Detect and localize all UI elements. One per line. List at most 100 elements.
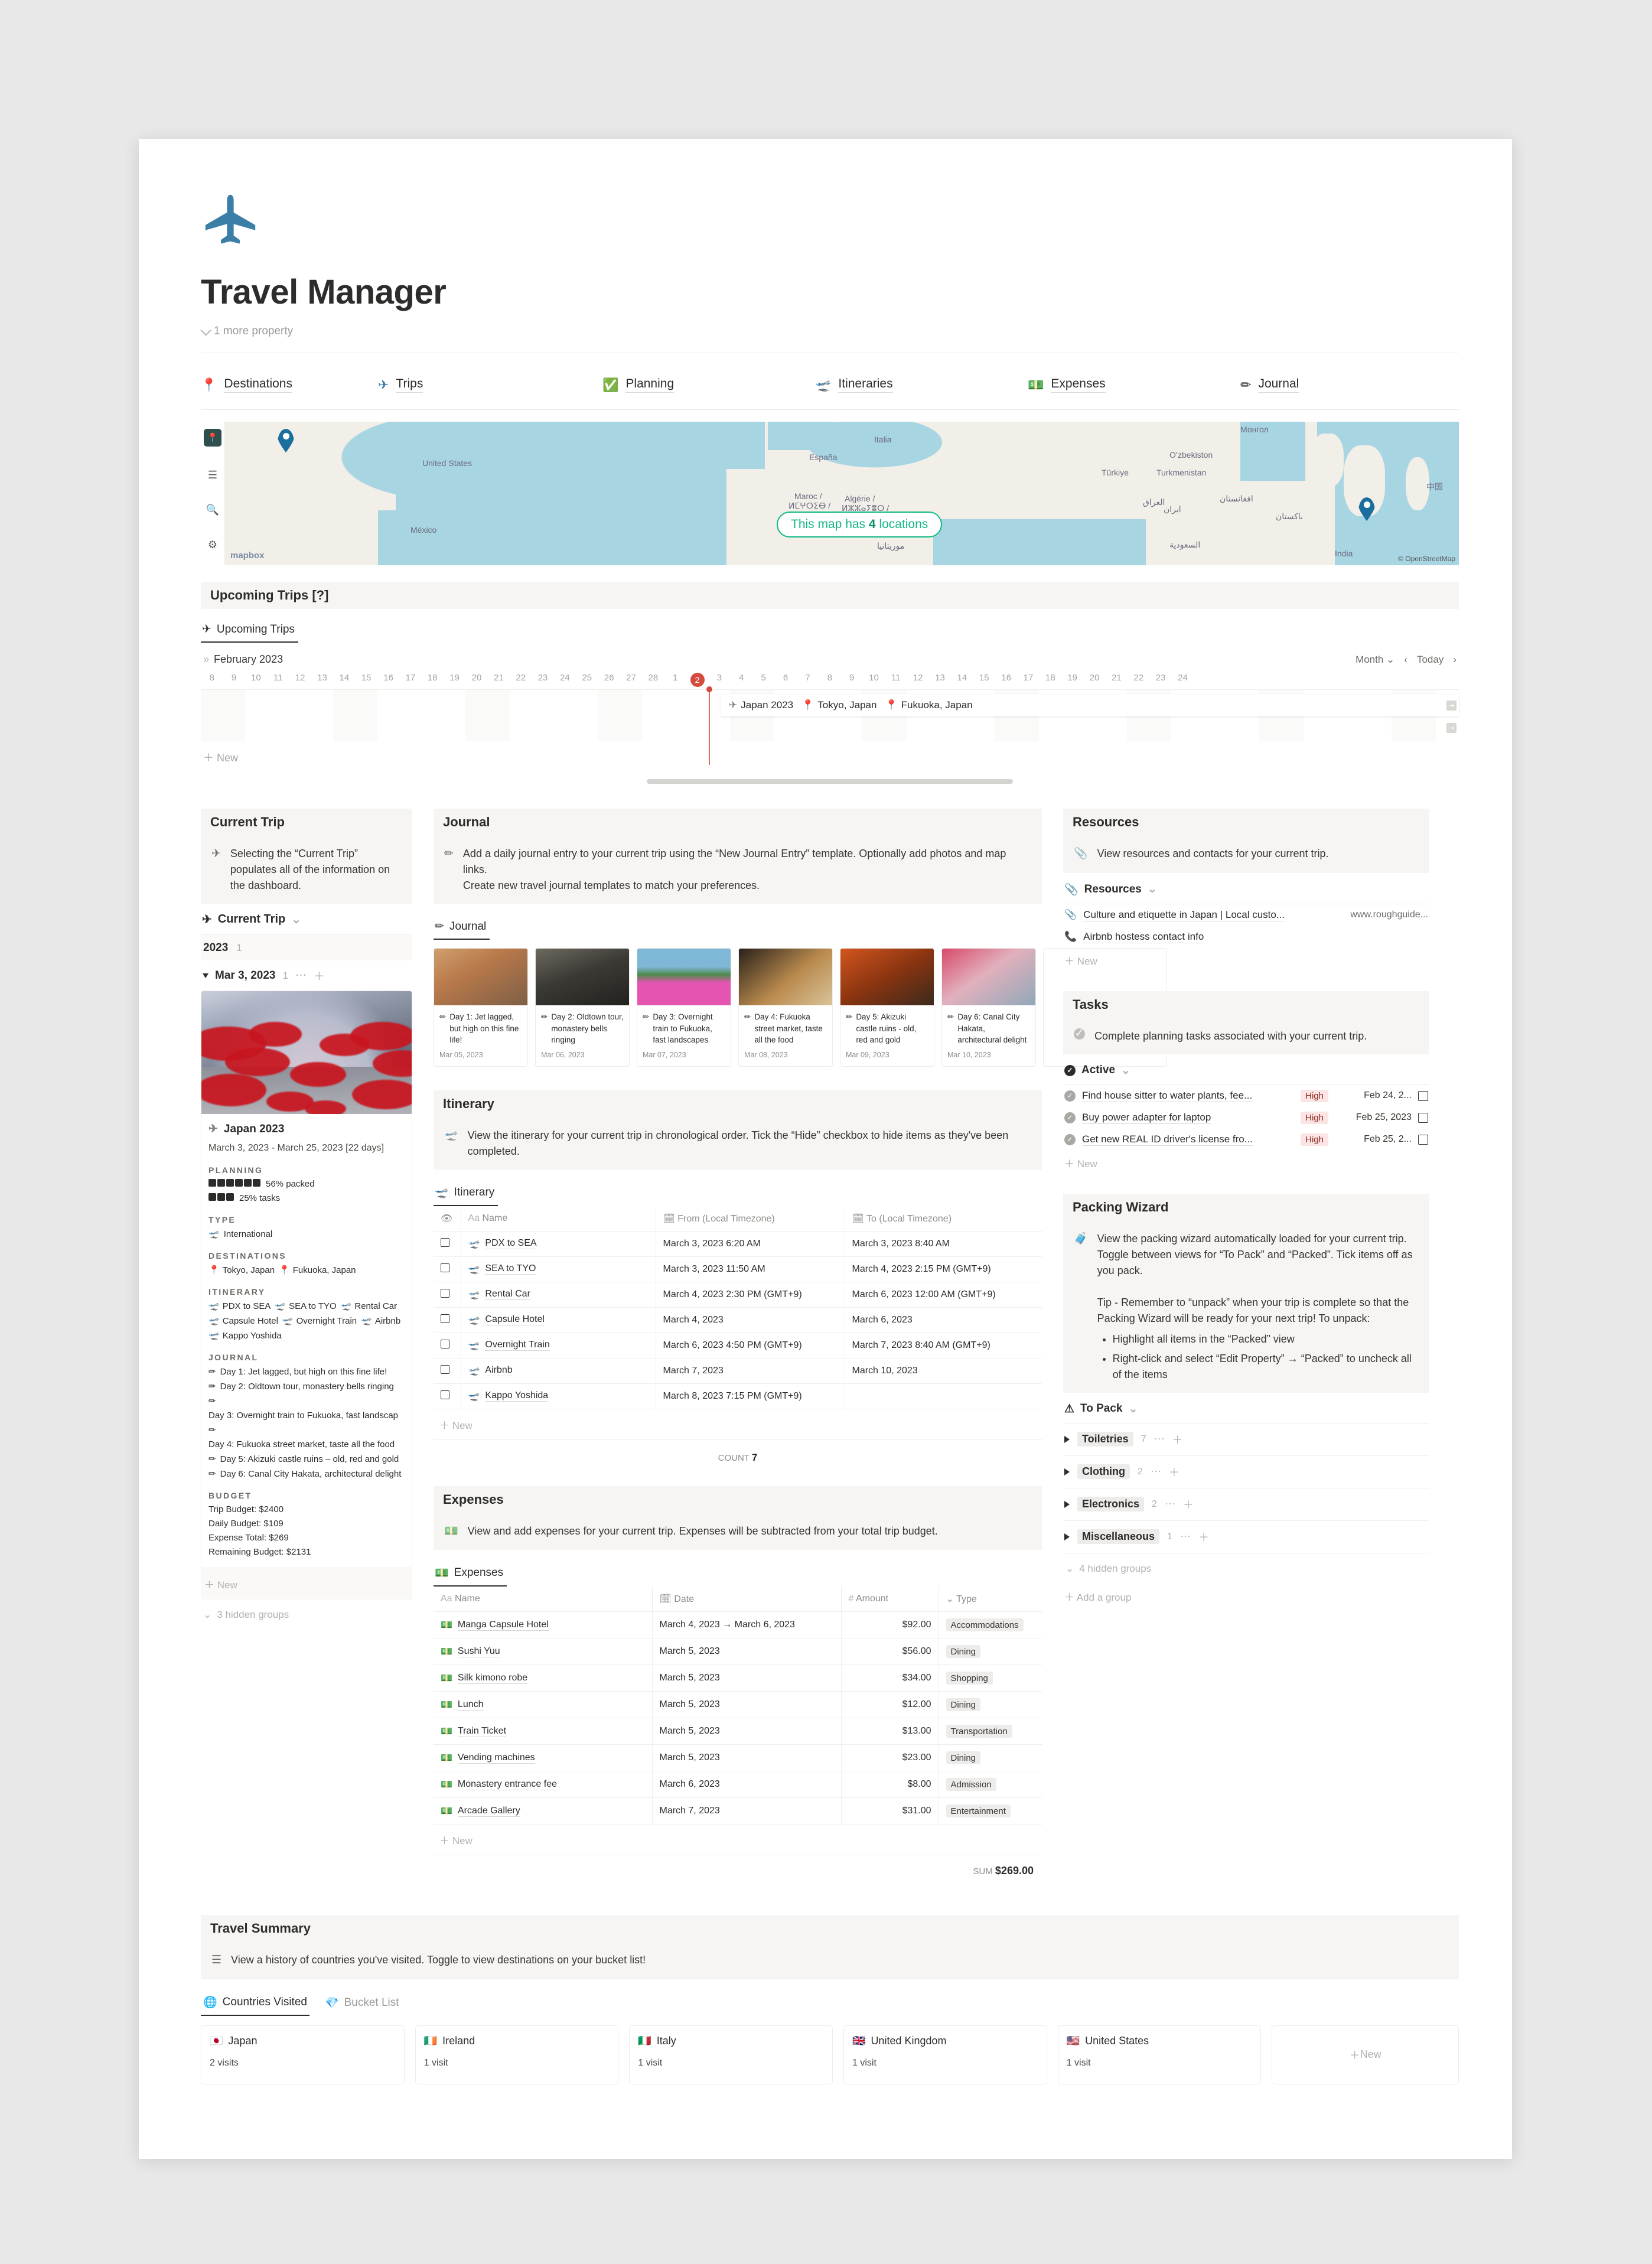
packing-add-group-button[interactable]: ＋ Add a group: [1063, 1584, 1429, 1607]
row-date-cell[interactable]: March 6, 2023: [652, 1771, 841, 1798]
tasks-new-button[interactable]: ＋ New: [1063, 1151, 1429, 1174]
tab-itinerary-db[interactable]: 🛫 Itinerary: [434, 1180, 498, 1206]
checkbox[interactable]: [441, 1340, 449, 1348]
task-checkbox[interactable]: [1418, 1113, 1428, 1123]
row-name-cell[interactable]: 🛫Overnight Train: [461, 1333, 656, 1358]
row-type-cell[interactable]: Accommodations: [939, 1612, 1042, 1638]
tab-journal-db[interactable]: ✏ Journal: [434, 914, 490, 940]
itinerary-chip[interactable]: 🛫Kappo Yoshida: [208, 1330, 282, 1341]
table-row[interactable]: 🛫PDX to SEA March 3, 2023 6:20 AM March …: [434, 1231, 1042, 1256]
tab-upcoming-trips[interactable]: ✈ Upcoming Trips: [201, 617, 298, 643]
hide-checkbox-cell[interactable]: [434, 1282, 461, 1307]
row-date-cell[interactable]: March 5, 2023: [652, 1718, 841, 1745]
row-date-cell[interactable]: March 5, 2023: [652, 1692, 841, 1718]
task-row[interactable]: ✓ Buy power adapter for laptop High Feb …: [1063, 1107, 1429, 1129]
itinerary-chip[interactable]: 🛫Airbnb: [361, 1315, 400, 1326]
journal-card[interactable]: ✏Day 2: Oldtown tour, monastery bells ri…: [535, 948, 630, 1067]
row-type-cell[interactable]: Transportation: [939, 1718, 1042, 1745]
journal-card[interactable]: ✏Day 3: Overnight train to Fukuoka, fast…: [637, 948, 731, 1067]
column-header-date[interactable]: 🗓 Date: [652, 1587, 841, 1612]
add-icon[interactable]: ＋: [1183, 1497, 1194, 1512]
row-name-cell[interactable]: 💵Vending machines: [434, 1745, 652, 1771]
table-row[interactable]: 🛫Airbnb March 7, 2023 March 10, 2023: [434, 1358, 1042, 1383]
resources-new-button[interactable]: ＋ New: [1063, 948, 1429, 971]
timeline-expand-icon[interactable]: ⇥: [1446, 701, 1457, 711]
current-trip-year-group[interactable]: 2023 1: [201, 934, 412, 960]
table-row[interactable]: 💵Vending machines March 5, 2023 $23.00 D…: [434, 1745, 1042, 1771]
row-to-cell[interactable]: March 4, 2023 2:15 PM (GMT+9): [845, 1256, 1042, 1282]
itinerary-chip[interactable]: 🛫Overnight Train: [282, 1315, 357, 1326]
column-header-name[interactable]: Aa Name: [434, 1587, 652, 1612]
checkbox[interactable]: [441, 1289, 449, 1298]
hide-checkbox-cell[interactable]: [434, 1383, 461, 1409]
task-checkbox[interactable]: [1418, 1091, 1428, 1101]
row-from-cell[interactable]: March 7, 2023: [656, 1358, 845, 1383]
table-row[interactable]: 💵Monastery entrance fee March 6, 2023 $8…: [434, 1771, 1042, 1798]
map-pin-tool-icon[interactable]: 📍: [204, 429, 221, 447]
table-row[interactable]: 💵Arcade Gallery March 7, 2023 $31.00 Ent…: [434, 1798, 1042, 1825]
resource-row[interactable]: 📞 Airbnb hostess contact info: [1063, 926, 1429, 948]
checkbox[interactable]: [441, 1263, 449, 1272]
timeline-expand-icon[interactable]: ⇥: [1446, 723, 1457, 733]
row-to-cell[interactable]: March 6, 2023 12:00 AM (GMT+9): [845, 1282, 1042, 1307]
row-from-cell[interactable]: March 3, 2023 11:50 AM: [656, 1256, 845, 1282]
row-name-cell[interactable]: 🛫Kappo Yoshida: [461, 1383, 656, 1409]
table-row[interactable]: 🛫Kappo Yoshida March 8, 2023 7:15 PM (GM…: [434, 1383, 1042, 1409]
row-amount-cell[interactable]: $92.00: [841, 1612, 939, 1638]
row-amount-cell[interactable]: $56.00: [841, 1638, 939, 1665]
current-trip-new-button[interactable]: ＋ New: [201, 1568, 412, 1600]
timeline-month[interactable]: » February 2023: [203, 653, 283, 666]
journal-card[interactable]: ✏Day 5: Akizuki castle ruins - old, red …: [840, 948, 934, 1067]
country-card[interactable]: 🇺🇸United States 1 visit: [1058, 2025, 1262, 2084]
row-name-cell[interactable]: 🛫Capsule Hotel: [461, 1307, 656, 1333]
hide-checkbox-cell[interactable]: [434, 1231, 461, 1256]
nav-tab-journal[interactable]: ✏ Journal: [1240, 377, 1299, 393]
itinerary-chip[interactable]: 🛫SEA to TYO: [275, 1301, 336, 1311]
map-layers-icon[interactable]: ☰: [208, 469, 217, 481]
journal-chip[interactable]: ✏Day 3: Overnight train to Fukuoka, fast…: [208, 1396, 405, 1421]
timeline-today-button[interactable]: Today: [1417, 654, 1444, 666]
task-row[interactable]: ✓ Find house sitter to water plants, fee…: [1063, 1085, 1429, 1107]
row-from-cell[interactable]: March 4, 2023: [656, 1307, 845, 1333]
checkbox[interactable]: [441, 1390, 449, 1399]
more-properties-toggle[interactable]: 1 more property: [201, 325, 1459, 338]
current-trip-card[interactable]: ✈ Japan 2023 March 3, 2023 - March 25, 2…: [201, 991, 412, 1568]
row-type-cell[interactable]: Shopping: [939, 1665, 1042, 1692]
journal-chip[interactable]: ✏Day 4: Fukuoka street market, taste all…: [208, 1425, 405, 1449]
row-to-cell[interactable]: March 3, 2023 8:40 AM: [845, 1231, 1042, 1256]
table-row[interactable]: 🛫Capsule Hotel March 4, 2023 March 6, 20…: [434, 1307, 1042, 1333]
timeline-view-select[interactable]: Month ⌄: [1356, 654, 1394, 666]
row-name-cell[interactable]: 🛫Airbnb: [461, 1358, 656, 1383]
row-amount-cell[interactable]: $31.00: [841, 1798, 939, 1825]
table-row[interactable]: 💵Manga Capsule Hotel March 4, 2023 → Mar…: [434, 1612, 1042, 1638]
hide-checkbox-cell[interactable]: [434, 1256, 461, 1282]
row-type-cell[interactable]: Dining: [939, 1745, 1042, 1771]
row-amount-cell[interactable]: $8.00: [841, 1771, 939, 1798]
itinerary-chip[interactable]: 🛫Rental Car: [341, 1301, 397, 1311]
row-date-cell[interactable]: March 4, 2023 → March 6, 2023: [652, 1612, 841, 1638]
table-row[interactable]: 💵Silk kimono robe March 5, 2023 $34.00 S…: [434, 1665, 1042, 1692]
world-map[interactable]: United States México España Italia Maroc…: [201, 422, 1459, 565]
hide-checkbox-cell[interactable]: [434, 1333, 461, 1358]
nav-tab-destinations[interactable]: 📍 Destinations: [201, 377, 378, 393]
row-name-cell[interactable]: 💵Monastery entrance fee: [434, 1771, 652, 1798]
row-to-cell[interactable]: March 6, 2023: [845, 1307, 1042, 1333]
destination-chip[interactable]: 📍Tokyo, Japan: [208, 1265, 275, 1275]
timeline-scrollbar[interactable]: [647, 779, 1013, 784]
tab-countries-visited[interactable]: 🌐 Countries Visited: [201, 1990, 309, 2016]
hide-checkbox-cell[interactable]: [434, 1358, 461, 1383]
tab-expenses-db[interactable]: 💵 Expenses: [434, 1561, 507, 1587]
more-options-icon[interactable]: ⋯: [1180, 1530, 1191, 1543]
row-date-cell[interactable]: March 5, 2023: [652, 1638, 841, 1665]
journal-card[interactable]: ✏Day 1: Jet lagged, but high on this fin…: [434, 948, 528, 1067]
table-row[interactable]: 🛫SEA to TYO March 3, 2023 11:50 AM March…: [434, 1256, 1042, 1282]
hide-checkbox-cell[interactable]: [434, 1307, 461, 1333]
checkbox[interactable]: [441, 1314, 449, 1323]
packing-hidden-groups[interactable]: ⌄ 4 hidden groups: [1063, 1553, 1429, 1584]
trip-name[interactable]: ✈ Japan 2023: [208, 1122, 405, 1136]
nav-tab-itineraries[interactable]: 🛫 Itineraries: [815, 377, 1028, 393]
more-options-icon[interactable]: ⋯: [1151, 1465, 1161, 1478]
more-options-icon[interactable]: ⋯: [295, 969, 307, 982]
timeline-next-button[interactable]: ›: [1453, 654, 1457, 666]
timeline-grid[interactable]: ✈ Japan 2023 📍 Tokyo, Japan 📍 Fukuoka, J…: [201, 689, 1459, 741]
